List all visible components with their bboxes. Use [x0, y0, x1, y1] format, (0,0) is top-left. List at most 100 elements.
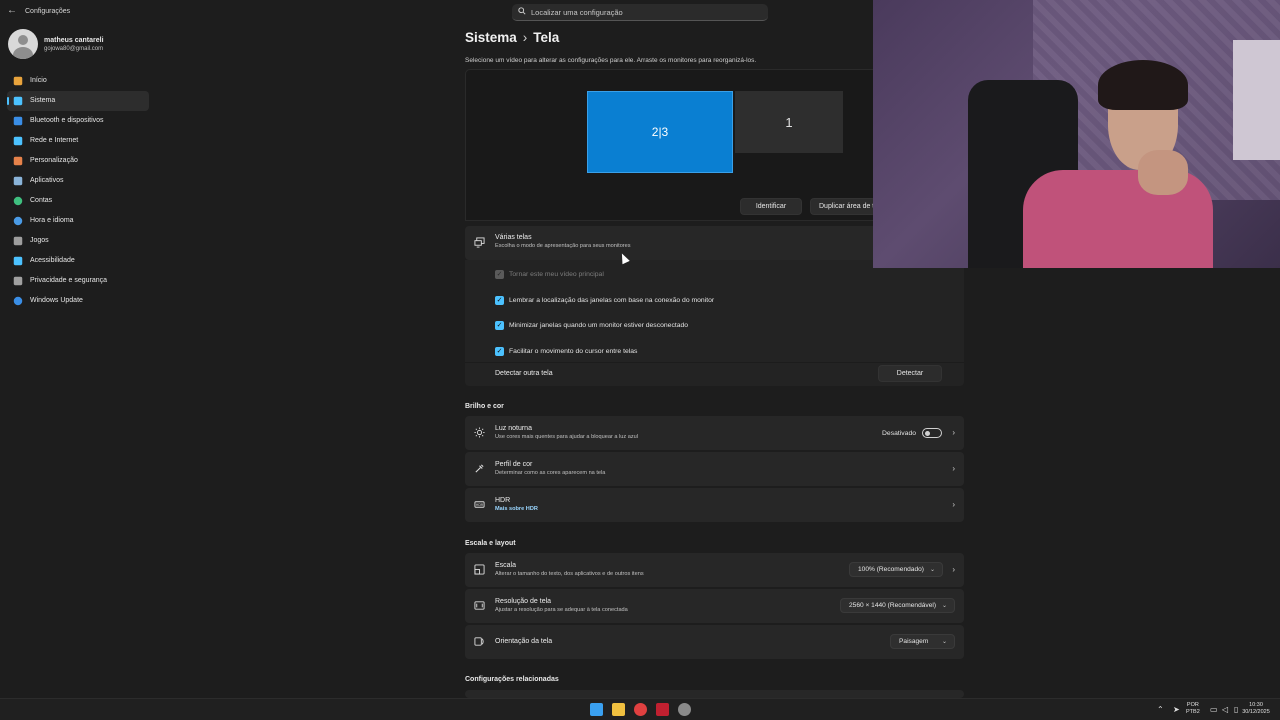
sun-icon [474, 427, 485, 438]
orientation-row[interactable]: Orientação da tela Paisagem ⌄ [465, 625, 964, 659]
start-icon[interactable] [590, 703, 603, 716]
chevron-down-icon: ⌄ [941, 639, 947, 645]
color-profile-subtitle: Determinar como as cores aparecem na tel… [495, 470, 606, 476]
scale-icon [474, 564, 485, 575]
language-indicator[interactable]: POR PTB2 [1186, 702, 1200, 716]
section-related: Configurações relacionadas [465, 676, 559, 683]
svg-text:HDR: HDR [476, 503, 484, 507]
clock[interactable]: 10:30 30/12/2025 [1240, 702, 1272, 716]
display-hint: Selecione um vídeo para alterar as confi… [465, 57, 757, 64]
sidebar-item-label: Rede e Internet [30, 137, 79, 144]
sidebar-item[interactable]: Hora e idioma [7, 211, 149, 231]
duplicate-button[interactable]: Duplicar área de t [810, 198, 876, 215]
sidebar-item-label: Personalização [30, 157, 78, 164]
bluetooth-icon [13, 116, 23, 126]
search-box[interactable] [512, 4, 768, 21]
account-icon [13, 196, 23, 206]
resolution-dropdown[interactable]: 2560 × 1440 (Recomendável) ⌄ [840, 598, 955, 613]
night-light-row[interactable]: Luz noturna Use cores mais quentes para … [465, 416, 964, 450]
app-red-icon[interactable] [656, 703, 669, 716]
shield-icon [13, 276, 23, 286]
sidebar-item-label: Aplicativos [30, 177, 64, 184]
avatar [8, 29, 38, 59]
orientation-icon [474, 637, 484, 646]
chevron-right-icon: › [952, 565, 955, 574]
sidebar-item[interactable]: Jogos [7, 231, 149, 251]
sidebar-item[interactable]: Personalização [7, 151, 149, 171]
option-checkbox[interactable]: ✓ [495, 321, 504, 330]
chevron-down-icon: ⌄ [941, 603, 947, 609]
related-card-partial [465, 690, 964, 698]
sidebar-nav: Início Sistema Bluetooth e dispositivos Red… [7, 71, 149, 311]
volume-icon[interactable]: ◁ [1222, 705, 1228, 714]
hdr-link[interactable]: Mais sobre HDR [495, 506, 538, 512]
system-icon [13, 96, 23, 106]
hdr-title: HDR [495, 497, 511, 504]
multi-subtitle: Escolha o modo de apresentação para seus… [495, 243, 631, 249]
sidebar-item[interactable]: Acessibilidade [7, 251, 149, 271]
orientation-title: Orientação da tela [495, 638, 553, 645]
profile-name: matheus cantareli [44, 37, 104, 44]
night-light-toggle[interactable] [922, 428, 942, 438]
wifi-icon [13, 136, 23, 146]
orientation-value: Paisagem [899, 638, 929, 645]
orientation-dropdown[interactable]: Paisagem ⌄ [890, 634, 955, 649]
settings-icon[interactable] [678, 703, 691, 716]
hdr-row[interactable]: HDR HDR Mais sobre HDR › [465, 488, 964, 522]
sidebar-item[interactable]: Aplicativos [7, 171, 149, 191]
accessibility-icon [13, 256, 23, 266]
option-checkbox[interactable]: ✓ [495, 347, 504, 356]
search-input[interactable] [531, 6, 761, 19]
sidebar-item-label: Contas [30, 197, 53, 204]
section-brightness: Brilho e cor [465, 403, 504, 410]
sidebar-item[interactable]: Privacidade e segurança [7, 271, 149, 291]
sidebar-item[interactable]: Bluetooth e dispositivos [7, 111, 149, 131]
identify-button[interactable]: Identificar [740, 198, 802, 215]
option-label: Minimizar janelas quando um monitor esti… [509, 322, 689, 329]
scale-dropdown[interactable]: 100% (Recomendado) ⌄ [849, 562, 943, 577]
night-light-state: Desativado [882, 430, 917, 437]
search-icon [518, 7, 526, 15]
apps-icon [13, 176, 23, 186]
date: 30/12/2025 [1242, 709, 1270, 715]
resolution-value: 2560 × 1440 (Recomendável) [849, 602, 937, 609]
scale-subtitle: Alterar o tamanho do texto, dos aplicati… [495, 571, 644, 577]
sidebar-item[interactable]: Rede e Internet [7, 131, 149, 151]
chevron-right-icon: › [952, 464, 955, 473]
sidebar-item-label: Bluetooth e dispositivos [30, 117, 104, 124]
back-button[interactable]: ← [7, 5, 17, 16]
chevron-down-icon: ⌄ [929, 567, 935, 573]
sidebar-item[interactable]: Contas [7, 191, 149, 211]
user-profile[interactable]: matheus cantareli gojowa80@gmail.com [8, 29, 148, 59]
sidebar-item-label: Privacidade e segurança [30, 277, 108, 284]
sidebar-item[interactable]: Windows Update [7, 291, 149, 311]
option-label: Lembrar a localização das janelas com ba… [509, 297, 715, 304]
chevron-right-icon: › [952, 500, 955, 509]
detect-label: Detectar outra tela [495, 370, 553, 377]
taskbar: ⌃ ➤ POR PTB2 ▭ ◁ ▯ 10:30 30/12/2025 [0, 698, 1280, 720]
night-light-subtitle: Use cores mais quentes para ajudar a blo… [495, 434, 639, 440]
chrome-icon[interactable] [634, 703, 647, 716]
multi-title: Várias telas [495, 234, 532, 241]
breadcrumb-separator: › [522, 30, 528, 45]
monitor-selected[interactable]: 2|3 [587, 91, 733, 173]
profile-email: gojowa80@gmail.com [44, 46, 104, 52]
page-title: Tela [533, 30, 560, 45]
sidebar-item[interactable]: Sistema [7, 91, 149, 111]
option-checkbox[interactable]: ✓ [495, 296, 504, 305]
resolution-row[interactable]: Resolução de tela Ajustar a resolução pa… [465, 589, 964, 623]
color-profile-row[interactable]: Perfil de cor Determinar como as cores a… [465, 452, 964, 486]
breadcrumb-parent[interactable]: Sistema [465, 30, 517, 45]
hdr-icon: HDR [474, 501, 485, 508]
network-icon[interactable]: ▭ [1210, 705, 1218, 714]
tray-overflow-icon[interactable]: ⌃ [1157, 705, 1164, 714]
sidebar-item[interactable]: Início [7, 71, 149, 91]
option-label: Facilitar o movimento do cursor entre te… [509, 348, 638, 355]
color-profile-title: Perfil de cor [495, 461, 533, 468]
monitor-other[interactable]: 1 [735, 91, 843, 153]
explorer-icon[interactable] [612, 703, 625, 716]
battery-icon[interactable]: ▯ [1234, 705, 1238, 714]
scale-row[interactable]: Escala Alterar o tamanho do texto, dos a… [465, 553, 964, 587]
sidebar-item-label: Início [30, 77, 47, 84]
detect-button[interactable]: Detectar [878, 365, 942, 382]
